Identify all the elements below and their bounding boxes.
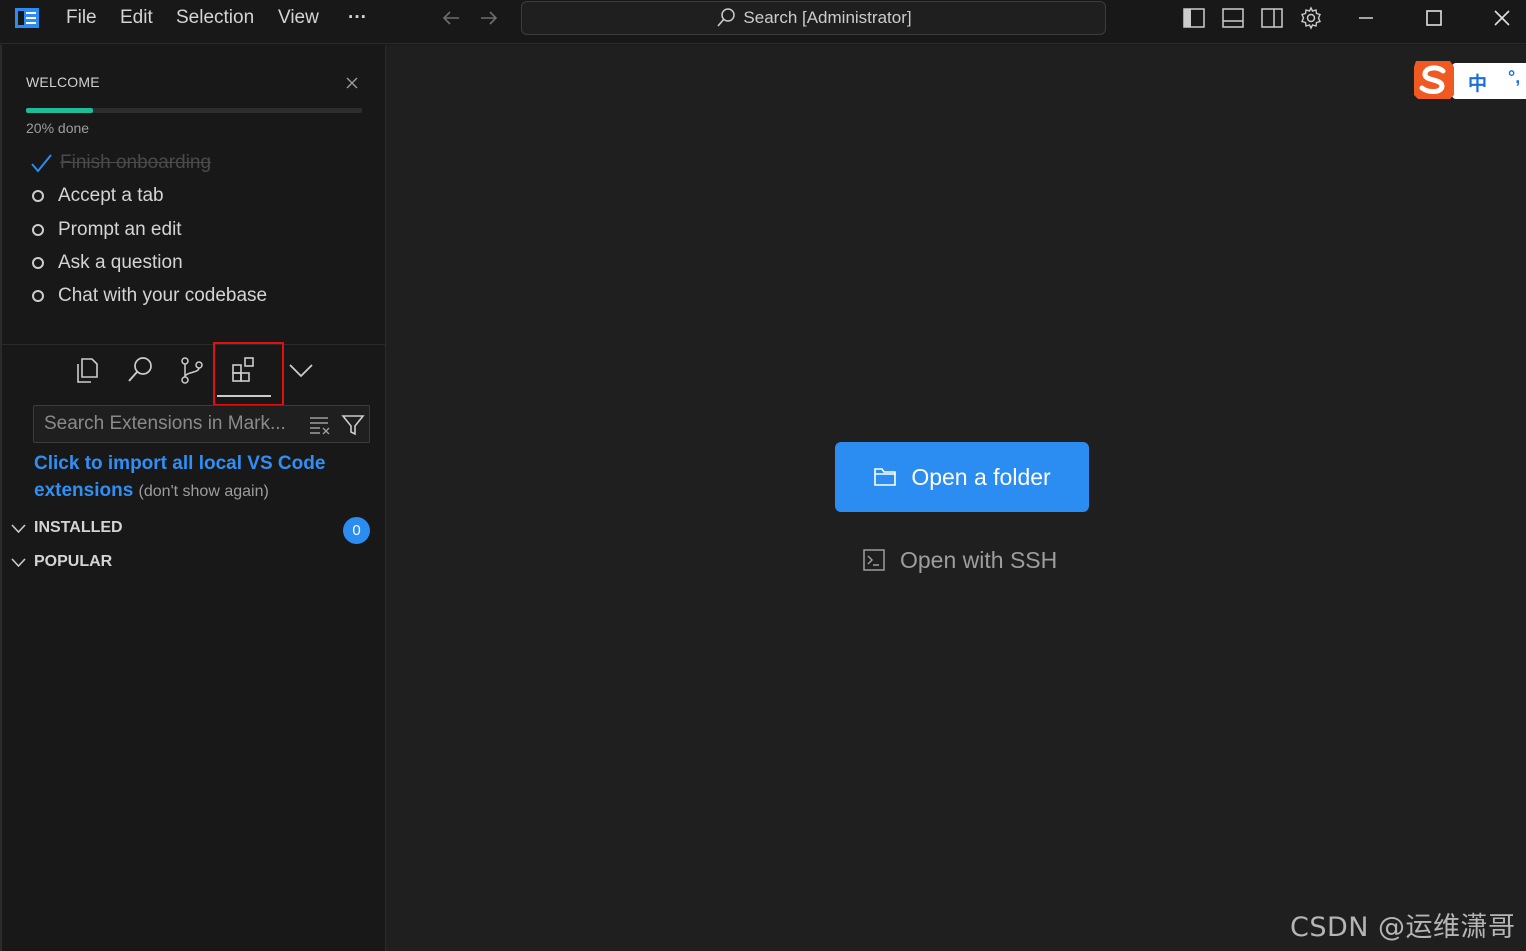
installed-count-badge: 0 <box>343 517 370 544</box>
minimize-icon[interactable] <box>1354 6 1378 30</box>
onboarding-progress-bar <box>26 108 362 113</box>
task-label: Chat with your codebase <box>58 285 268 306</box>
chevron-down-icon <box>11 557 26 567</box>
close-window-icon[interactable] <box>1490 6 1514 30</box>
ime-mode-label: 中 <box>1468 73 1488 95</box>
extensions-search-input[interactable] <box>34 406 304 442</box>
ime-toolbar[interactable]: 中 °, <box>1410 57 1526 102</box>
title-bar: File Edit Selection View ··· Search [Adm… <box>0 0 1526 44</box>
progress-label: 20% done <box>26 120 90 136</box>
back-arrow-icon[interactable] <box>439 6 463 30</box>
task-label: Ask a question <box>58 252 183 273</box>
divider <box>2 344 386 345</box>
welcome-title: WELCOME <box>26 74 100 90</box>
toggle-secondary-sidebar-icon[interactable] <box>1260 6 1284 30</box>
editor-area: Open a folder Open with SSH <box>386 45 1526 951</box>
menu-selection[interactable]: Selection <box>176 0 254 36</box>
task-ask-question[interactable]: Ask a question <box>30 252 183 274</box>
sogou-logo-icon <box>1414 61 1454 99</box>
toggle-panel-icon[interactable] <box>1221 6 1245 30</box>
task-accept-tab[interactable]: Accept a tab <box>30 185 164 207</box>
menu-file[interactable]: File <box>66 0 97 36</box>
command-search-box[interactable]: Search [Administrator] <box>521 1 1106 35</box>
menu-view[interactable]: View <box>278 0 319 36</box>
gear-icon[interactable] <box>1299 6 1323 30</box>
circle-icon <box>32 190 44 202</box>
command-search-text: Search [Administrator] <box>743 8 912 27</box>
filter-icon[interactable] <box>341 413 365 437</box>
open-folder-label: Open a folder <box>911 463 1051 490</box>
view-switcher <box>2 355 386 405</box>
folder-icon <box>874 468 897 486</box>
circle-icon <box>32 290 44 302</box>
task-prompt-edit[interactable]: Prompt an edit <box>30 219 182 241</box>
search-view-icon[interactable] <box>125 355 155 385</box>
menu-edit[interactable]: Edit <box>120 0 153 36</box>
task-finish-onboarding[interactable]: Finish onboarding <box>30 152 211 174</box>
close-icon[interactable] <box>344 75 360 91</box>
checkmark-icon <box>31 154 52 173</box>
chevron-down-icon[interactable] <box>286 355 316 385</box>
ime-punct-label: °, <box>1508 67 1521 87</box>
section-installed[interactable]: INSTALLED <box>10 519 123 537</box>
open-ssh-label: Open with SSH <box>900 546 1058 573</box>
task-chat-codebase[interactable]: Chat with your codebase <box>30 285 267 307</box>
circle-icon <box>32 257 44 269</box>
terminal-icon <box>863 549 885 571</box>
open-ssh-button[interactable]: Open with SSH <box>862 543 1057 577</box>
source-control-icon[interactable] <box>177 355 207 385</box>
maximize-icon[interactable] <box>1422 6 1446 30</box>
section-label: INSTALLED <box>34 519 123 536</box>
task-label: Accept a tab <box>58 185 164 206</box>
task-label: Finish onboarding <box>60 152 212 173</box>
clear-filter-icon[interactable] <box>308 414 332 436</box>
explorer-icon[interactable] <box>72 355 102 385</box>
extensions-search-box <box>33 405 370 443</box>
sidebar: WELCOME 20% done Finish onboarding Accep… <box>0 45 386 951</box>
section-popular[interactable]: POPULAR <box>10 553 112 571</box>
toggle-primary-sidebar-icon[interactable] <box>1182 6 1206 30</box>
onboarding-progress-fill <box>26 108 94 113</box>
highlight-annotation-box <box>213 342 284 406</box>
app-logo-icon <box>15 8 39 28</box>
task-label: Prompt an edit <box>58 219 182 240</box>
watermark: CSDN @运维潇哥 <box>1290 912 1516 943</box>
search-icon <box>717 8 736 27</box>
open-folder-button[interactable]: Open a folder <box>835 442 1089 512</box>
import-extensions-notice: Click to import all local VS Code extens… <box>34 450 374 505</box>
chevron-down-icon <box>11 523 26 533</box>
circle-icon <box>32 224 44 236</box>
forward-arrow-icon[interactable] <box>477 6 501 30</box>
section-label: POPULAR <box>34 553 113 570</box>
menu-more[interactable]: ··· <box>348 0 367 36</box>
dont-show-again-link[interactable]: (don't show again) <box>139 483 269 500</box>
